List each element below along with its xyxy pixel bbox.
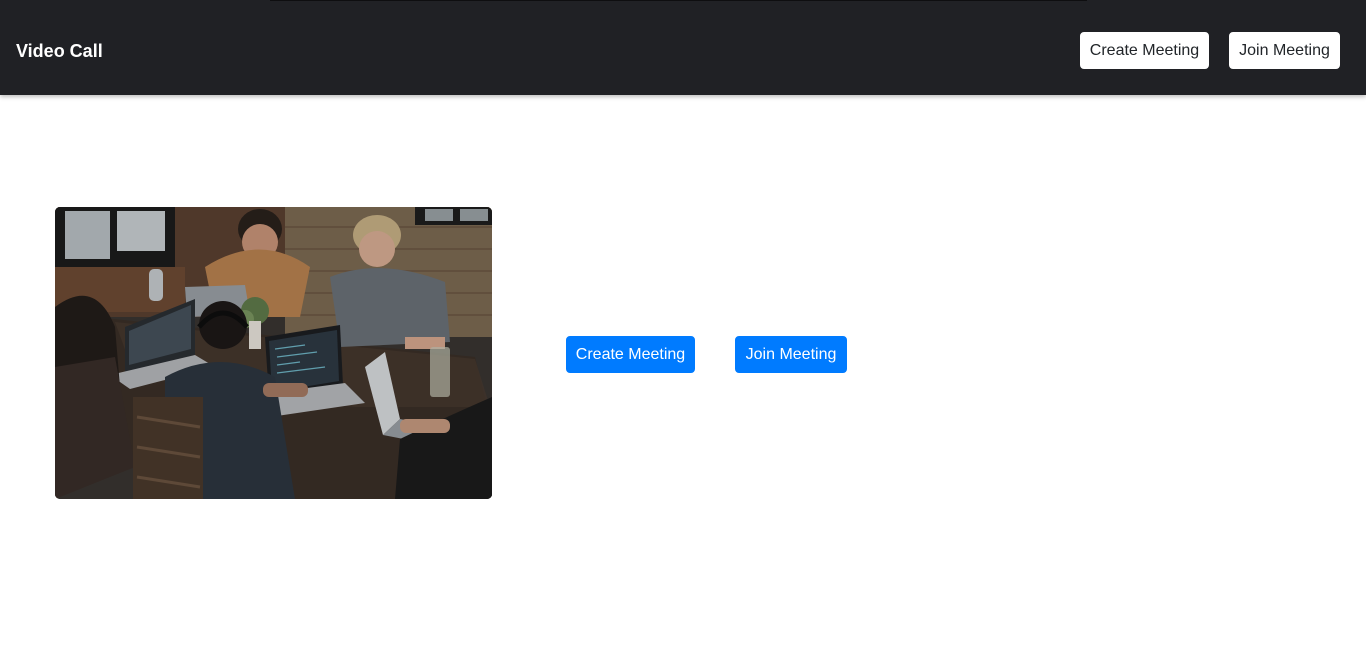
nav-create-meeting-button[interactable]: Create Meeting [1080,32,1209,69]
join-meeting-button[interactable]: Join Meeting [735,336,847,373]
top-navbar: Video Call Create Meeting Join Meeting [0,0,1366,95]
team-meeting-photo [55,207,492,499]
team-meeting-illustration [55,207,492,499]
nav-join-meeting-button[interactable]: Join Meeting [1229,32,1340,69]
create-meeting-button[interactable]: Create Meeting [566,336,695,373]
brand-title[interactable]: Video Call [16,40,103,62]
navbar-top-border [270,0,1087,1]
